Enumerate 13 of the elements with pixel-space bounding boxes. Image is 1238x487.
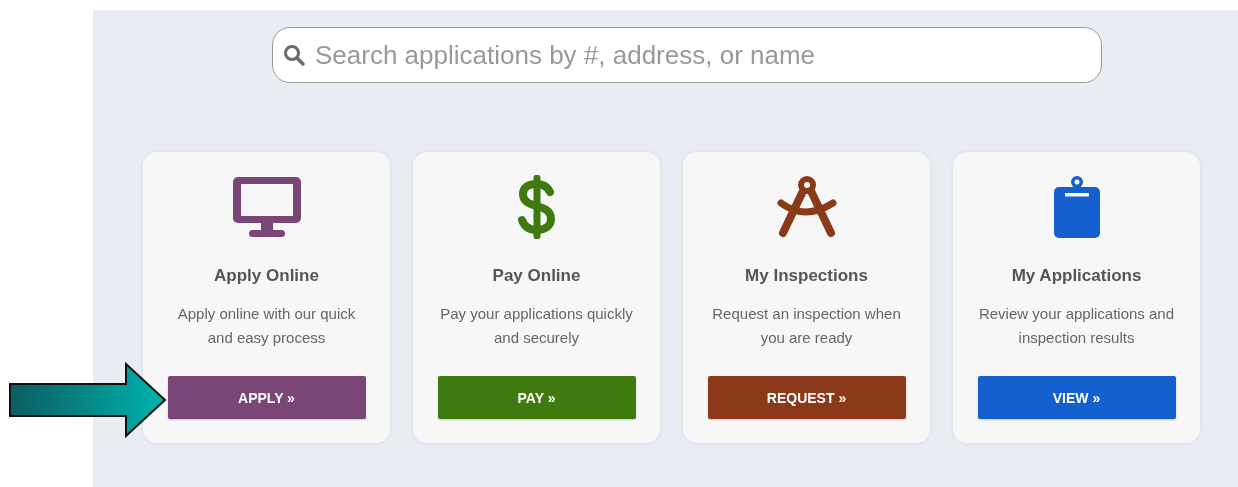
card-title: Apply Online [214, 266, 319, 286]
card-title: My Applications [1011, 266, 1142, 286]
card-title: My Inspections [745, 266, 868, 286]
card-title: Pay Online [492, 266, 581, 286]
card-description: Apply online with our quick and easy process [176, 304, 357, 348]
card-description: Pay your applications quickly and securely [439, 304, 634, 348]
action-button[interactable]: REQUEST » [707, 376, 906, 419]
card-description: Review your applications and inspection results [978, 304, 1175, 348]
search-field[interactable]: Search applications by #, address, or name [272, 27, 1102, 83]
action-button[interactable]: PAY » [437, 376, 636, 419]
action-button[interactable]: VIEW » [977, 376, 1176, 419]
card-description: Request an inspection when you are ready [711, 304, 902, 348]
action-button[interactable]: APPLY » [167, 376, 366, 419]
